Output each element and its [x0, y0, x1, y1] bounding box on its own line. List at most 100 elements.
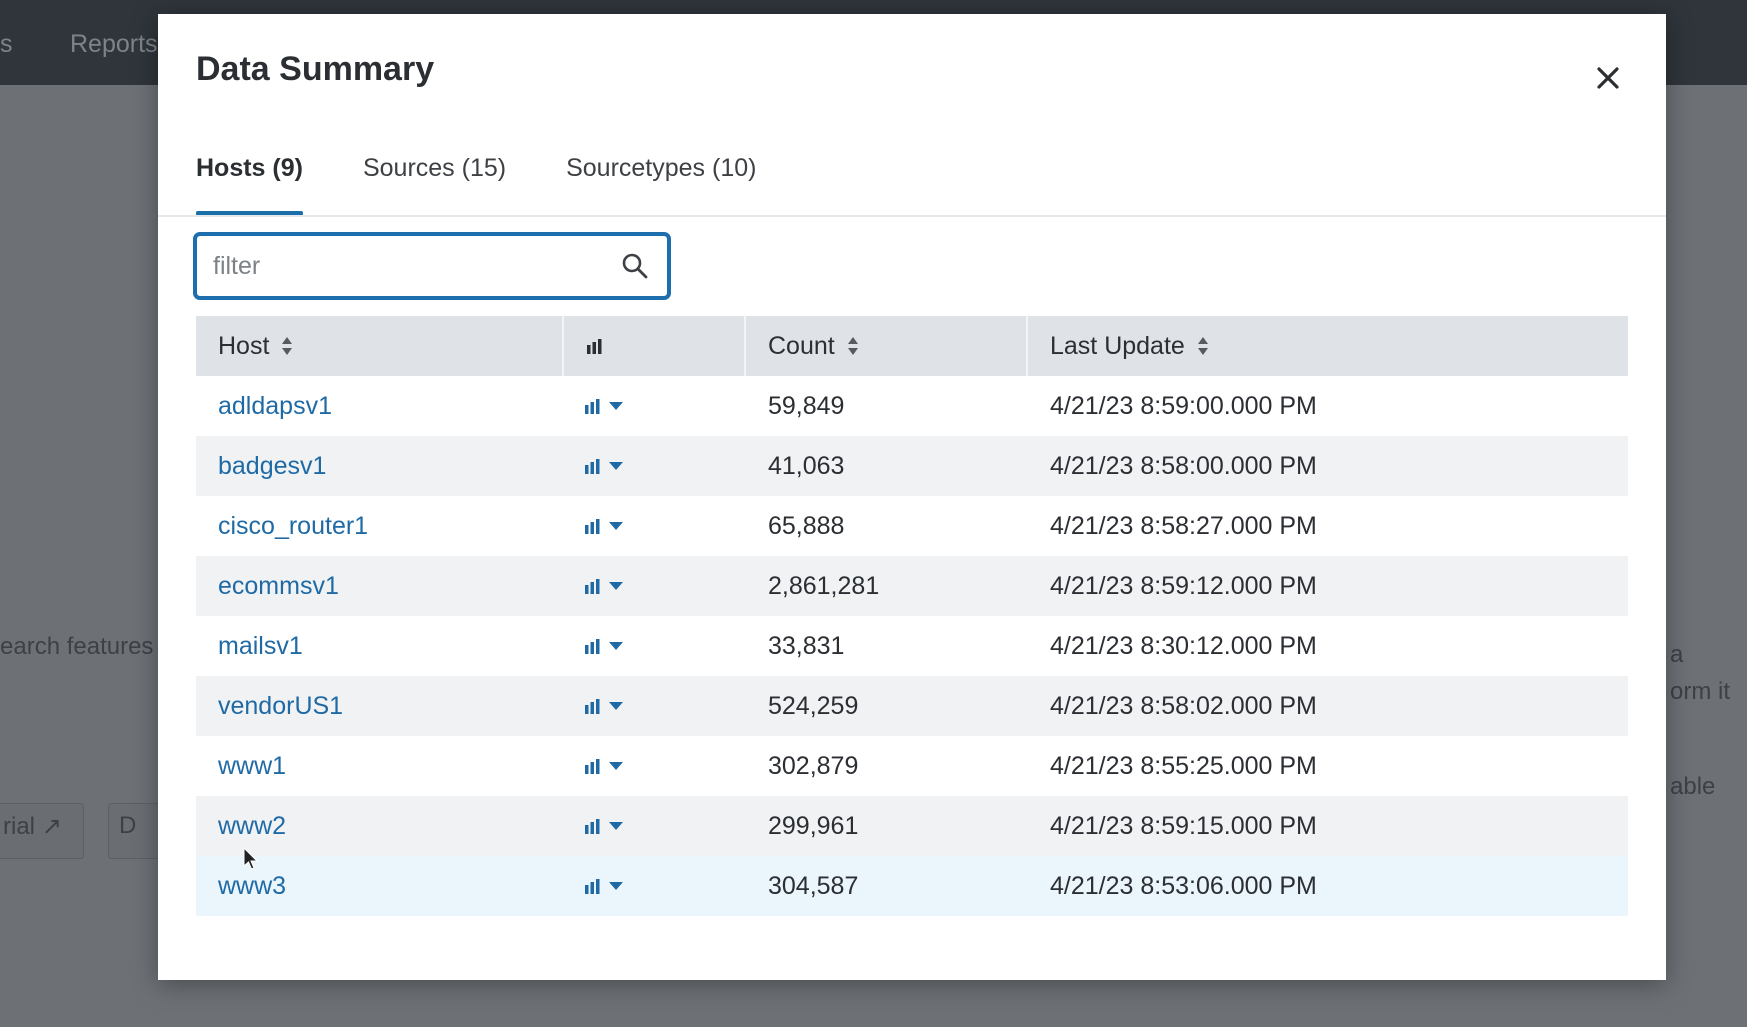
host-cell: cisco_router1	[196, 512, 564, 541]
table-row: cisco_router1 65,888 4/21/23 8:58:27.000 P…	[196, 496, 1628, 556]
host-link[interactable]: www3	[218, 872, 286, 900]
table-row: www3 304,587 4/21/23 8:53:06.000 PM	[196, 856, 1628, 916]
mouse-cursor-icon	[243, 847, 259, 870]
host-cell: mailsv1	[196, 632, 564, 661]
count-cell: 59,849	[768, 391, 845, 420]
count-cell: 2,861,281	[768, 571, 880, 600]
chart-cell	[564, 878, 746, 894]
host-cell: vendorUS1	[196, 692, 564, 721]
count-cell: 304,587	[768, 871, 859, 900]
bar-chart-icon	[585, 819, 600, 834]
last-update-cell: 4/21/23 8:59:12.000 PM	[1050, 571, 1317, 600]
chart-dropdown-button[interactable]	[584, 458, 746, 474]
last-update-cell: 4/21/23 8:55:25.000 PM	[1050, 751, 1317, 780]
search-icon[interactable]	[621, 252, 649, 280]
table-row: adldapsv1 59,849 4/21/23 8:59:00.000 PM	[196, 376, 1628, 436]
table-body: adldapsv1 59,849 4/21/23 8:59:00.000 PM bad…	[196, 376, 1628, 916]
chart-dropdown-button[interactable]	[584, 878, 746, 894]
caret-down-icon	[609, 582, 623, 590]
modal-title: Data Summary	[196, 50, 435, 88]
bar-chart-icon	[585, 459, 600, 474]
caret-down-icon	[609, 702, 623, 710]
chart-dropdown-button[interactable]	[584, 818, 746, 834]
host-cell: badgesv1	[196, 452, 564, 481]
host-link[interactable]: www2	[218, 812, 286, 840]
background-text-right-1: a	[1670, 641, 1684, 668]
background-text-right-2: orm it	[1670, 678, 1730, 705]
host-link[interactable]: cisco_router1	[218, 512, 368, 540]
last-update-cell: 4/21/23 8:58:02.000 PM	[1050, 691, 1317, 720]
tab-hosts[interactable]: Hosts (9)	[196, 154, 303, 216]
table-row: ecommsv1 2,861,281 4/21/23 8:59:12.000 PM	[196, 556, 1628, 616]
chart-cell	[564, 758, 746, 774]
count-cell: 33,831	[768, 631, 845, 660]
last-update-cell: 4/21/23 8:59:15.000 PM	[1050, 811, 1317, 840]
tab-sources[interactable]: Sources (15)	[363, 154, 506, 216]
chart-dropdown-button[interactable]	[584, 578, 746, 594]
tab-divider	[158, 215, 1666, 217]
close-icon	[1597, 67, 1619, 89]
caret-down-icon	[609, 522, 623, 530]
column-header-count[interactable]: Count	[746, 316, 1028, 376]
host-link[interactable]: badgesv1	[218, 452, 326, 480]
host-link[interactable]: vendorUS1	[218, 692, 343, 720]
external-link-icon: ↗	[41, 813, 62, 840]
background-text-right-3: able	[1670, 773, 1716, 800]
sort-icon	[847, 337, 858, 355]
host-link[interactable]: mailsv1	[218, 632, 303, 660]
bar-chart-icon	[585, 579, 600, 594]
count-cell: 299,961	[768, 811, 859, 840]
host-link[interactable]: adldapsv1	[218, 392, 332, 420]
last-update-cell: 4/21/23 8:59:00.000 PM	[1050, 391, 1317, 420]
table-row: badgesv1 41,063 4/21/23 8:58:00.000 PM	[196, 436, 1628, 496]
host-link[interactable]: www1	[218, 752, 286, 780]
column-header-last-update[interactable]: Last Update	[1028, 316, 1628, 376]
hosts-table: Host Count Last Update adldapsv1 59,849 4/…	[196, 316, 1628, 916]
table-row: vendorUS1 524,259 4/21/23 8:58:02.000 PM	[196, 676, 1628, 736]
nav-item-reports[interactable]: Reports	[70, 30, 158, 59]
caret-down-icon	[609, 642, 623, 650]
background-text-left: earch features	[0, 633, 154, 660]
chart-cell	[564, 518, 746, 534]
last-update-cell: 4/21/23 8:30:12.000 PM	[1050, 631, 1317, 660]
table-header: Host Count Last Update	[196, 316, 1628, 376]
caret-down-icon	[609, 762, 623, 770]
bar-chart-icon	[585, 399, 600, 414]
last-update-cell: 4/21/23 8:53:06.000 PM	[1050, 871, 1317, 900]
chart-cell	[564, 578, 746, 594]
count-cell: 65,888	[768, 511, 845, 540]
close-button[interactable]	[1588, 58, 1628, 98]
chart-dropdown-button[interactable]	[584, 518, 746, 534]
host-cell: www1	[196, 752, 564, 781]
last-update-cell: 4/21/23 8:58:27.000 PM	[1050, 511, 1317, 540]
chart-dropdown-button[interactable]	[584, 398, 746, 414]
filter-field[interactable]	[193, 232, 671, 300]
host-cell: www3	[196, 872, 564, 901]
chart-cell	[564, 818, 746, 834]
chart-dropdown-button[interactable]	[584, 758, 746, 774]
bar-chart-icon	[587, 339, 602, 354]
count-cell: 524,259	[768, 691, 859, 720]
host-link[interactable]: ecommsv1	[218, 572, 339, 600]
column-header-host[interactable]: Host	[196, 316, 564, 376]
host-cell: adldapsv1	[196, 392, 564, 421]
bar-chart-icon	[585, 639, 600, 654]
chart-dropdown-button[interactable]	[584, 698, 746, 714]
tab-bar: Hosts (9) Sources (15) Sourcetypes (10)	[196, 154, 816, 216]
table-row: www1 302,879 4/21/23 8:55:25.000 PM	[196, 736, 1628, 796]
background-tutorial-button[interactable]: rial ↗	[0, 803, 84, 859]
chart-cell	[564, 458, 746, 474]
sort-icon	[282, 337, 293, 355]
chart-cell	[564, 638, 746, 654]
caret-down-icon	[609, 882, 623, 890]
bar-chart-icon	[585, 519, 600, 534]
data-summary-modal: Data Summary Hosts (9) Sources (15) Sour…	[158, 14, 1666, 980]
filter-input[interactable]	[213, 251, 613, 281]
table-row: mailsv1 33,831 4/21/23 8:30:12.000 PM	[196, 616, 1628, 676]
tab-sourcetypes[interactable]: Sourcetypes (10)	[566, 154, 756, 216]
chart-dropdown-button[interactable]	[584, 638, 746, 654]
count-cell: 41,063	[768, 451, 845, 480]
sort-icon	[1197, 337, 1208, 355]
nav-item-partial[interactable]: s	[0, 30, 13, 59]
table-row: www2 299,961 4/21/23 8:59:15.000 PM	[196, 796, 1628, 856]
